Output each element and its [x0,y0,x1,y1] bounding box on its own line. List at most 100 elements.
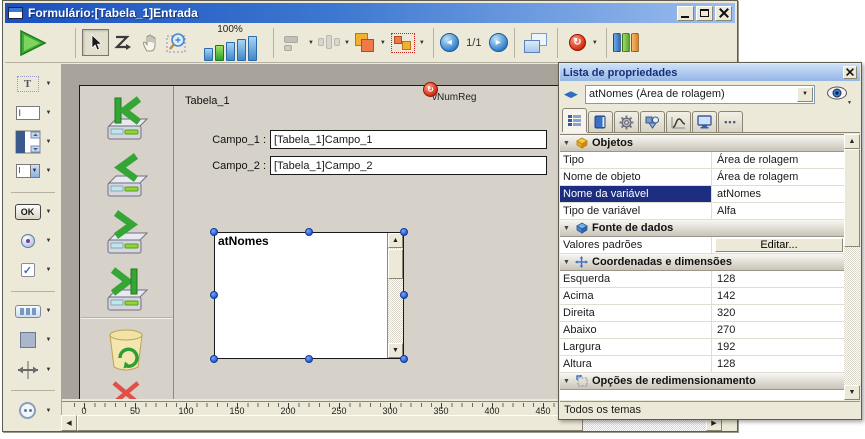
property-row-tipo-variavel[interactable]: Tipo de variável Alfa [560,203,846,220]
tab-objects[interactable] [562,108,587,132]
checkbox-tool-dropdown-icon[interactable]: ▼ [46,267,52,273]
button-tool-dropdown-icon[interactable]: ▼ [46,209,52,215]
input-tool-dropdown-icon[interactable]: ▼ [46,110,52,116]
palette-titlebar[interactable]: Lista de propriedades [560,64,860,81]
property-value[interactable]: atNomes [712,186,846,202]
collapse-triangle-icon[interactable]: ▼ [563,378,571,385]
variable-marker[interactable]: vNumReg [432,92,476,103]
group-button[interactable] [388,29,418,56]
zoom-bar-200[interactable] [226,42,235,61]
hand-tool-button[interactable] [136,29,163,56]
plugin-area-tool[interactable]: ▼ [13,400,54,421]
last-record-button[interactable] [102,265,150,317]
radio-tool[interactable]: ▼ [13,231,54,252]
property-value[interactable]: 142 [712,288,846,304]
badges-button[interactable]: ↻ [564,29,591,56]
property-row-largura[interactable]: Largura 192 [560,339,846,356]
property-row-altura[interactable]: Altura 128 [560,356,846,373]
property-value[interactable]: 270 [712,322,846,338]
scroll-up-icon[interactable]: ▲ [844,134,860,149]
listbox-tool[interactable]: ▼ [13,131,54,152]
zoom-bar-800[interactable] [248,36,257,61]
minimize-button[interactable] [677,6,694,21]
eye-dropdown-icon[interactable]: ▼ [847,100,852,106]
zoom-tool-button[interactable] [163,29,193,56]
section-header-coordenadas[interactable]: ▼ Coordenadas e dimensões [560,254,846,271]
plugin-area-dropdown-icon[interactable]: ▼ [46,408,52,414]
zoom-bars[interactable] [195,35,265,61]
property-row-abaixo[interactable]: Abaixo 270 [560,322,846,339]
object-selector-combo[interactable]: atNomes (Área de rolagem) ▼ [585,85,815,104]
radio-tool-dropdown-icon[interactable]: ▼ [46,238,52,244]
scroll-area-object[interactable]: atNomes ▲ ▼ [214,232,404,359]
form-pages-button[interactable] [521,29,551,56]
property-row-nome-objeto[interactable]: Nome de objeto Área de rolagem [560,169,846,186]
selection-handle[interactable] [400,228,408,236]
property-row-tipo[interactable]: Tipo Área de rolagem [560,152,846,169]
object-prev-next-icon[interactable]: ◀▶ [564,89,582,100]
distribute-button[interactable] [316,29,343,56]
property-grid-scrollbar[interactable]: ▲ ▼ [844,134,860,400]
cancel-button[interactable] [102,378,150,399]
previous-page-button[interactable]: ◂ [440,33,459,52]
next-page-button[interactable]: ▸ [489,33,508,52]
field-input[interactable]: [Tabela_1]Campo_1 [270,130,547,149]
align-dropdown-icon[interactable]: ▼ [308,40,314,46]
field-input[interactable]: [Tabela_1]Campo_2 [270,156,547,175]
section-header-redimensionamento[interactable]: ▼ Opções de redimensionamento [560,373,846,390]
section-header-objetos[interactable]: ▼ Objetos [560,135,846,152]
combo-dropdown-icon[interactable]: ▼ [797,87,813,102]
collapse-triangle-icon[interactable]: ▼ [563,140,571,147]
zoom-bar-100[interactable] [215,45,224,61]
collapse-triangle-icon[interactable]: ▼ [563,259,571,266]
hscrollbar-thumb[interactable] [77,415,583,431]
property-value[interactable]: Área de rolagem [712,169,846,185]
selection-handle[interactable] [400,291,408,299]
checkbox-tool[interactable]: ✓ ▼ [13,260,54,281]
first-record-button[interactable] [102,94,150,146]
tab-more[interactable]: ••• [718,111,743,132]
selection-handle[interactable] [210,355,218,363]
tab-events[interactable] [666,111,691,132]
selection-handle[interactable] [305,355,313,363]
zoom-bar-50[interactable] [204,48,213,61]
button-tool[interactable]: OK ▼ [13,201,54,222]
scrollbar-track[interactable] [844,247,860,385]
zoom-control[interactable]: 100% [195,25,265,61]
distribute-dropdown-icon[interactable]: ▼ [344,40,350,46]
selection-handle[interactable] [305,228,313,236]
property-value[interactable]: Área de rolagem [712,152,846,168]
property-value[interactable]: 128 [712,271,846,287]
button-grid-tool[interactable]: ▼ [13,301,54,322]
palette-statusbar[interactable]: Todos os temas [560,401,860,418]
property-value[interactable]: 320 [712,305,846,321]
palette-close-button[interactable] [843,66,857,79]
scrollbar-thumb[interactable] [388,249,403,279]
splitter-tool[interactable]: ▼ [13,359,54,380]
maximize-button[interactable] [696,6,713,21]
window-titlebar[interactable]: Formulário:[Tabela_1]Entrada [5,3,735,23]
edit-default-values-button[interactable]: Editar... [715,238,843,252]
previous-record-button[interactable] [102,151,150,203]
text-tool[interactable]: T ▼ [13,73,54,94]
combobox-tool[interactable]: I▼ ▼ [13,160,54,181]
splitter-tool-dropdown-icon[interactable]: ▼ [46,367,52,373]
tab-appearance[interactable] [640,111,665,132]
field-label[interactable]: Campo_2 : [198,160,266,172]
zoom-bar-400[interactable] [237,39,246,61]
group-dropdown-icon[interactable]: ▼ [419,40,425,46]
rectangle-tool-dropdown-icon[interactable]: ▼ [46,337,52,343]
pointer-tool-button[interactable] [82,29,109,56]
combobox-tool-dropdown-icon[interactable]: ▼ [46,168,52,174]
close-button[interactable] [715,6,732,21]
property-row-acima[interactable]: Acima 142 [560,288,846,305]
property-value[interactable]: Alfa [712,203,846,219]
input-tool[interactable]: I ▼ [13,102,54,123]
button-grid-dropdown-icon[interactable]: ▼ [46,308,52,314]
property-row-direita[interactable]: Direita 320 [560,305,846,322]
layering-button[interactable] [352,29,379,56]
property-value[interactable]: 192 [712,339,846,355]
badges-dropdown-icon[interactable]: ▼ [592,40,598,46]
align-button[interactable] [280,29,307,56]
section-header-fonte-de-dados[interactable]: ▼ Fonte de dados [560,220,846,237]
